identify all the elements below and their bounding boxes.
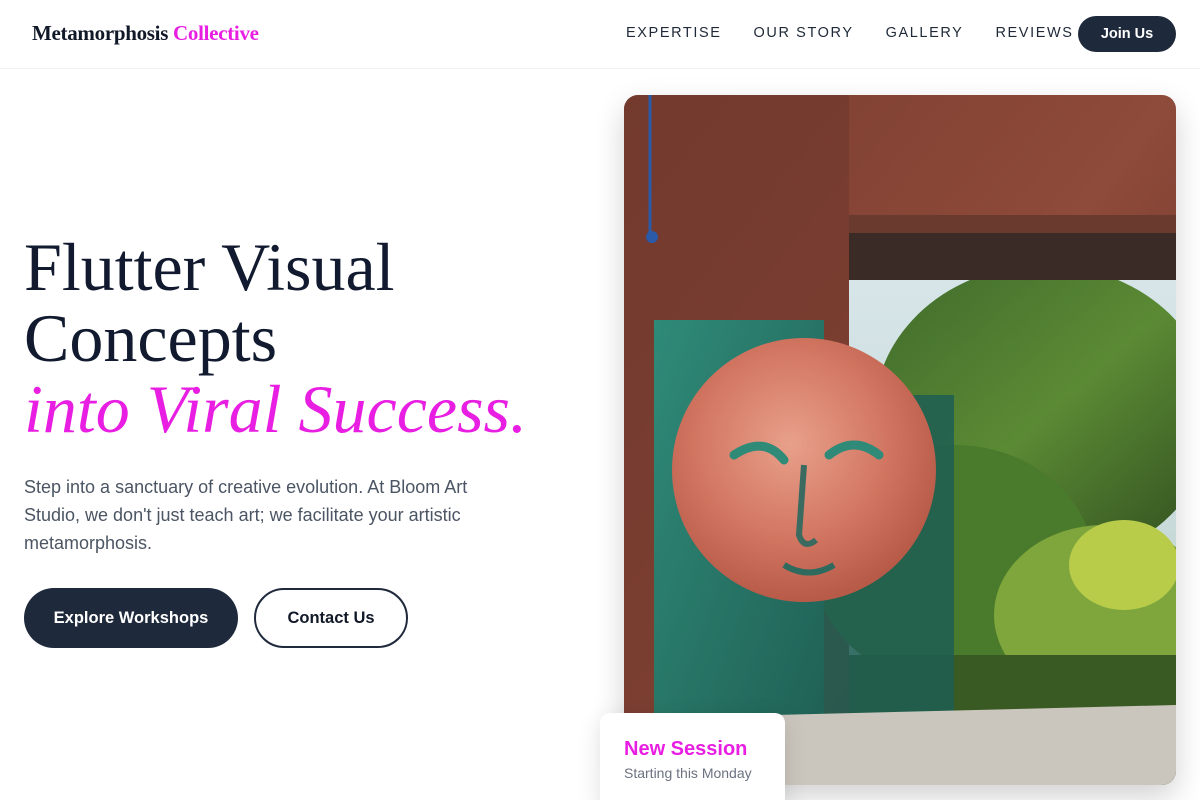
brand-logo[interactable]: Metamorphosis Collective <box>32 21 259 46</box>
headline-accent: into Viral Success. <box>24 371 527 447</box>
hero-artwork-image <box>624 95 1176 785</box>
navbar: Metamorphosis Collective EXPERTISE OUR S… <box>0 0 1200 69</box>
new-session-card[interactable]: New Session Starting this Monday <box>600 713 785 800</box>
hero-headline: Flutter Visual Concepts into Viral Succe… <box>24 232 584 445</box>
contact-us-button[interactable]: Contact Us <box>254 588 408 648</box>
headline-line-1: Flutter Visual <box>24 229 395 305</box>
nav-link-our-story[interactable]: OUR STORY <box>754 25 854 41</box>
join-us-button[interactable]: Join Us <box>1078 16 1176 52</box>
nav-links: EXPERTISE OUR STORY GALLERY REVIEWS <box>626 25 1106 41</box>
session-subtitle: Starting this Monday <box>624 765 752 781</box>
nav-link-gallery[interactable]: GALLERY <box>886 25 964 41</box>
hero-intro: Step into a sanctuary of creative evolut… <box>24 477 468 553</box>
nav-link-expertise[interactable]: EXPERTISE <box>626 25 722 41</box>
brand-accent: Collective <box>173 21 259 45</box>
headline-line-2: Concepts <box>24 300 278 376</box>
session-title: New Session <box>624 738 748 760</box>
nav-link-reviews[interactable]: REVIEWS <box>995 25 1073 41</box>
explore-workshops-button[interactable]: Explore Workshops <box>24 588 238 648</box>
brand-name: Metamorphosis <box>32 21 169 45</box>
